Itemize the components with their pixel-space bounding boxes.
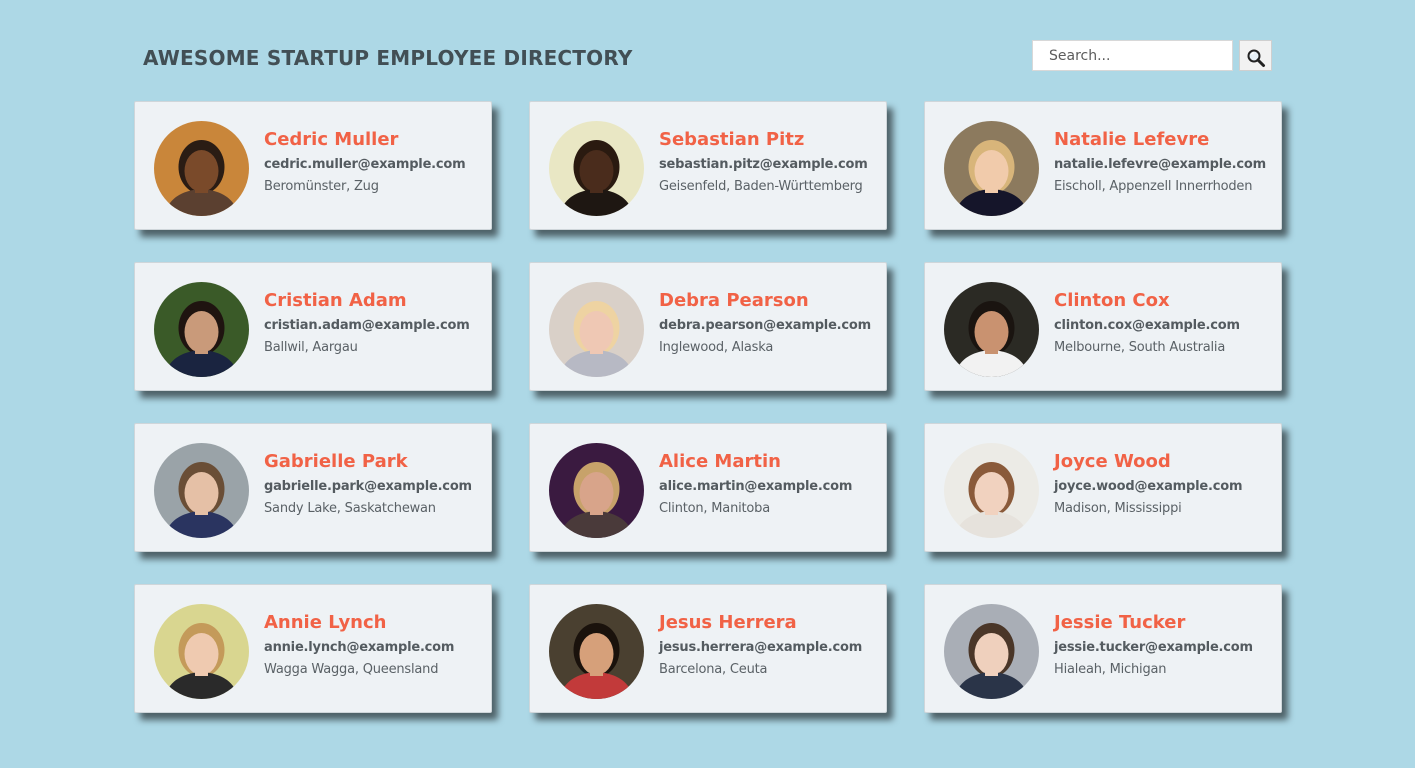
employee-card[interactable]: Gabrielle Park gabrielle.park@example.com… — [134, 423, 492, 552]
employee-name: Cristian Adam — [264, 290, 407, 311]
employee-avatar — [549, 443, 644, 538]
employee-email: sebastian.pitz@example.com — [659, 157, 868, 172]
employee-location: Melbourne, South Australia — [1054, 340, 1226, 355]
employee-email: cedric.muller@example.com — [264, 157, 466, 172]
employee-location: Madison, Mississippi — [1054, 501, 1182, 516]
employee-email: debra.pearson@example.com — [659, 318, 872, 333]
employee-card[interactable]: Annie Lynch annie.lynch@example.com Wagga … — [134, 584, 492, 713]
employee-info: Sebastian Pitz sebastian.pitz@example.com… — [659, 128, 884, 197]
employee-avatar — [944, 604, 1039, 699]
employee-grid: Cedric Muller cedric.muller@example.com Be… — [134, 101, 1282, 713]
employee-card[interactable]: Alice Martin alice.martin@example.com Clin… — [529, 423, 887, 552]
employee-avatar — [549, 121, 644, 216]
employee-card[interactable]: Jessie Tucker jessie.tucker@example.com Hi… — [924, 584, 1282, 713]
employee-avatar — [944, 121, 1039, 216]
employee-location: Beromünster, Zug — [264, 179, 379, 194]
employee-email: annie.lynch@example.com — [264, 640, 455, 655]
employee-name: Debra Pearson — [659, 290, 809, 311]
employee-info: Gabrielle Park gabrielle.park@example.com… — [264, 450, 489, 519]
employee-location: Barcelona, Ceuta — [659, 662, 768, 677]
employee-name: Jesus Herrera — [659, 612, 797, 633]
employee-directory-page: AWESOME STARTUP EMPLOYEE DIRECTORY Cedri… — [0, 0, 1415, 768]
employee-email: alice.martin@example.com — [659, 479, 853, 494]
employee-avatar — [154, 121, 249, 216]
employee-email: joyce.wood@example.com — [1054, 479, 1243, 494]
employee-email: natalie.lefevre@example.com — [1054, 157, 1266, 172]
employee-location: Sandy Lake, Saskatchewan — [264, 501, 436, 516]
search-button[interactable] — [1239, 40, 1272, 71]
employee-avatar — [944, 282, 1039, 377]
employee-card[interactable]: Cedric Muller cedric.muller@example.com Be… — [134, 101, 492, 230]
employee-info: Cedric Muller cedric.muller@example.com Be… — [264, 128, 489, 197]
employee-card[interactable]: Cristian Adam cristian.adam@example.com Ba… — [134, 262, 492, 391]
employee-card[interactable]: Jesus Herrera jesus.herrera@example.com Ba… — [529, 584, 887, 713]
employee-name: Alice Martin — [659, 451, 781, 472]
employee-email: cristian.adam@example.com — [264, 318, 470, 333]
employee-info: Jessie Tucker jessie.tucker@example.com Hi… — [1054, 611, 1279, 680]
employee-name: Sebastian Pitz — [659, 129, 805, 150]
employee-name: Annie Lynch — [264, 612, 387, 633]
employee-name: Jessie Tucker — [1054, 612, 1186, 633]
employee-avatar — [154, 282, 249, 377]
employee-name: Joyce Wood — [1054, 451, 1171, 472]
employee-email: jesus.herrera@example.com — [659, 640, 863, 655]
magnifier-icon — [1240, 48, 1271, 68]
employee-location: Inglewood, Alaska — [659, 340, 774, 355]
employee-card[interactable]: Sebastian Pitz sebastian.pitz@example.com… — [529, 101, 887, 230]
employee-name: Cedric Muller — [264, 129, 399, 150]
employee-email: jessie.tucker@example.com — [1054, 640, 1253, 655]
employee-location: Geisenfeld, Baden-Württemberg — [659, 179, 863, 194]
employee-location: Eischoll, Appenzell Innerrhoden — [1054, 179, 1253, 194]
employee-location: Hialeah, Michigan — [1054, 662, 1167, 677]
employee-info: Natalie Lefevre natalie.lefevre@example.c… — [1054, 128, 1279, 197]
employee-card[interactable]: Joyce Wood joyce.wood@example.com Madison,… — [924, 423, 1282, 552]
employee-location: Wagga Wagga, Queensland — [264, 662, 439, 677]
employee-info: Annie Lynch annie.lynch@example.com Wagga … — [264, 611, 489, 680]
employee-avatar — [549, 282, 644, 377]
employee-card[interactable]: Clinton Cox clinton.cox@example.com Melbou… — [924, 262, 1282, 391]
employee-info: Joyce Wood joyce.wood@example.com Madison,… — [1054, 450, 1279, 519]
employee-location: Clinton, Manitoba — [659, 501, 770, 516]
employee-name: Clinton Cox — [1054, 290, 1170, 311]
employee-avatar — [154, 604, 249, 699]
employee-info: Alice Martin alice.martin@example.com Clin… — [659, 450, 884, 519]
employee-info: Cristian Adam cristian.adam@example.com Ba… — [264, 289, 489, 358]
employee-location: Ballwil, Aargau — [264, 340, 358, 355]
employee-avatar — [154, 443, 249, 538]
employee-name: Natalie Lefevre — [1054, 129, 1210, 150]
employee-avatar — [549, 604, 644, 699]
employee-email: clinton.cox@example.com — [1054, 318, 1240, 333]
employee-info: Jesus Herrera jesus.herrera@example.com Ba… — [659, 611, 884, 680]
page-title: AWESOME STARTUP EMPLOYEE DIRECTORY — [143, 46, 633, 70]
employee-name: Gabrielle Park — [264, 451, 408, 472]
employee-email: gabrielle.park@example.com — [264, 479, 472, 494]
employee-avatar — [944, 443, 1039, 538]
employee-info: Clinton Cox clinton.cox@example.com Melbou… — [1054, 289, 1279, 358]
search-input[interactable] — [1032, 40, 1233, 71]
employee-info: Debra Pearson debra.pearson@example.com In… — [659, 289, 884, 358]
employee-card[interactable]: Debra Pearson debra.pearson@example.com In… — [529, 262, 887, 391]
employee-card[interactable]: Natalie Lefevre natalie.lefevre@example.c… — [924, 101, 1282, 230]
